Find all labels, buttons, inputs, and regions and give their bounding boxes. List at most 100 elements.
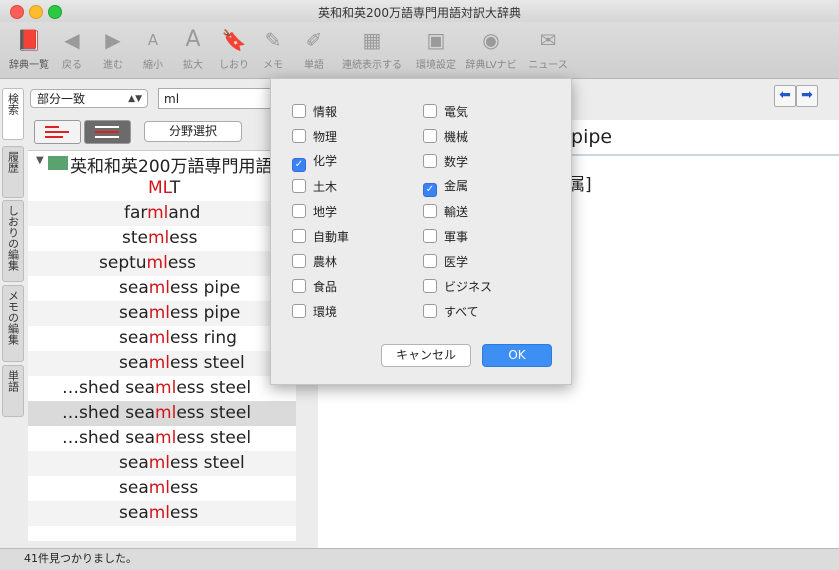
list-item[interactable]: seamless ring bbox=[28, 326, 296, 351]
checkbox-field-physics[interactable]: 物理 bbox=[292, 129, 337, 144]
field-select-dialog: 情報 物理 ✓ 化学 土木 地学 自動車 農林 食品 環境 電気 機械 数学 ✓ 金… bbox=[270, 78, 572, 385]
checkbox-field-transport[interactable]: 輸送 bbox=[423, 204, 468, 219]
search-input[interactable]: ml bbox=[158, 88, 278, 109]
detail-mode-button[interactable] bbox=[84, 120, 131, 144]
toolbar-news-button[interactable]: ✉ ニュース bbox=[526, 24, 570, 71]
checkbox-field-civil[interactable]: 土木 bbox=[292, 179, 337, 194]
cancel-button[interactable]: キャンセル bbox=[381, 344, 471, 367]
checkbox-icon bbox=[292, 229, 306, 243]
toolbar-settings-button[interactable]: ▣ 環境設定 bbox=[414, 24, 458, 71]
toolbar-forward-button[interactable]: ▶ 進む bbox=[95, 24, 131, 71]
toolbar-bookmark-button[interactable]: 🔖 しおり bbox=[215, 24, 253, 71]
toolbar: 📕 辞典一覧 ◀ 戻る ▶ 進む A 縮小 A 拡大 🔖 しおり ✎ メモ ✐ … bbox=[0, 22, 839, 79]
checkbox-field-military[interactable]: 軍事 bbox=[423, 229, 468, 244]
toolbar-back-button[interactable]: ◀ 戻る bbox=[54, 24, 90, 71]
list-item[interactable]: seamless pipe bbox=[28, 276, 296, 301]
list-item[interactable]: stemless bbox=[28, 226, 296, 251]
checkbox-field-environment[interactable]: 環境 bbox=[292, 304, 337, 319]
list-item[interactable]: seamless steel bbox=[28, 351, 296, 376]
tab-history[interactable]: 履歴 bbox=[2, 146, 24, 198]
checkbox-field-mechanical[interactable]: 機械 bbox=[423, 129, 468, 144]
list-item[interactable]: seamless bbox=[28, 476, 296, 501]
tab-bookmark-edit[interactable]: しおりの編集 bbox=[2, 200, 24, 282]
checkbox-field-math[interactable]: 数学 bbox=[423, 154, 468, 169]
toolbar-font-smaller-button[interactable]: A 縮小 bbox=[135, 24, 171, 71]
toolbar-memo-button[interactable]: ✎ メモ bbox=[257, 24, 289, 71]
word-icon: ✐ bbox=[305, 28, 323, 52]
bookmark-icon: 🔖 bbox=[221, 28, 247, 52]
checkmark-icon: ✓ bbox=[423, 183, 437, 197]
checkbox-icon bbox=[292, 104, 306, 118]
list-item[interactable]: seamless steel bbox=[28, 451, 296, 476]
checkbox-icon bbox=[423, 254, 437, 268]
side-tabs: 検索 履歴 しおりの編集 メモの編集 単語 bbox=[0, 80, 24, 548]
toolbar-continuous-display-button[interactable]: ▦ 連続表示する bbox=[340, 24, 404, 71]
font-smaller-icon: A bbox=[147, 31, 159, 49]
list-item[interactable]: farmland bbox=[28, 201, 296, 226]
checkbox-icon bbox=[423, 104, 437, 118]
checkbox-icon bbox=[423, 279, 437, 293]
list-lines-icon bbox=[45, 126, 69, 138]
status-bar: 41件見つかりました。 bbox=[0, 548, 839, 570]
checkbox-icon bbox=[292, 129, 306, 143]
ok-button[interactable]: OK bbox=[482, 344, 552, 367]
tab-word[interactable]: 単語 bbox=[2, 365, 24, 417]
list-item[interactable]: septumless bbox=[28, 251, 296, 276]
settings-icon: ▣ bbox=[426, 28, 446, 52]
checkbox-field-geology[interactable]: 地学 bbox=[292, 204, 337, 219]
back-arrow-icon: ◀ bbox=[64, 28, 80, 52]
list-item[interactable]: …shed seamless steel bbox=[28, 426, 296, 451]
disclosure-triangle-icon[interactable]: ▼ bbox=[36, 155, 44, 166]
tab-search[interactable]: 検索 bbox=[2, 88, 24, 140]
checkbox-field-all[interactable]: すべて bbox=[423, 304, 479, 319]
memo-icon: ✎ bbox=[264, 28, 282, 52]
search-pane: 部分一致 ▲▼ ml 分野選択 ▼ 英和和英200万語専門用語 MLT farm… bbox=[26, 80, 296, 548]
list-lines-icon bbox=[95, 126, 119, 138]
list-item[interactable]: seamless pipe bbox=[28, 301, 296, 326]
checkbox-icon bbox=[292, 179, 306, 193]
checkbox-icon bbox=[292, 254, 306, 268]
tab-memo-edit[interactable]: メモの編集 bbox=[2, 285, 24, 362]
list-mode-button[interactable] bbox=[34, 120, 81, 144]
dictionary-group-header[interactable]: ▼ 英和和英200万語専門用語 bbox=[28, 151, 296, 176]
mailbox-icon: ✉ bbox=[539, 28, 557, 52]
title-bar: 英和和英200万語専門用語対訳大辞典 bbox=[0, 0, 839, 23]
checkbox-field-chemistry[interactable]: ✓ 化学 bbox=[292, 154, 337, 172]
list-item-selected[interactable]: …shed seamless steel bbox=[28, 401, 296, 426]
checkbox-field-business[interactable]: ビジネス bbox=[423, 279, 492, 294]
list-item[interactable]: seamless bbox=[28, 501, 296, 526]
checkbox-icon bbox=[423, 204, 437, 218]
forward-arrow-icon: ▶ bbox=[105, 28, 121, 52]
left-arrow-icon: ⬅ bbox=[779, 87, 791, 103]
checkbox-field-agriculture[interactable]: 農林 bbox=[292, 254, 337, 269]
checkbox-field-info[interactable]: 情報 bbox=[292, 104, 337, 119]
continuous-display-icon: ▦ bbox=[362, 28, 382, 52]
window-title: 英和和英200万語専門用語対訳大辞典 bbox=[318, 6, 521, 20]
list-item[interactable]: …shed seamless steel bbox=[28, 376, 296, 401]
right-arrow-icon: ➡ bbox=[801, 87, 813, 103]
checkmark-icon: ✓ bbox=[292, 158, 306, 172]
lv-navi-icon: ◉ bbox=[482, 28, 500, 52]
toolbar-lv-navi-button[interactable]: ◉ 辞典LVナビ bbox=[462, 24, 520, 71]
checkbox-field-metal[interactable]: ✓ 金属 bbox=[423, 179, 468, 197]
field-select-button[interactable]: 分野選択 bbox=[144, 121, 242, 142]
checkbox-field-electric[interactable]: 電気 bbox=[423, 104, 468, 119]
next-entry-button[interactable]: ➡ bbox=[796, 85, 818, 107]
prev-entry-button[interactable]: ⬅ bbox=[774, 85, 796, 107]
checkbox-icon bbox=[292, 304, 306, 318]
dictionary-logo bbox=[48, 156, 68, 170]
toolbar-word-button[interactable]: ✐ 単語 bbox=[297, 24, 331, 71]
checkbox-icon bbox=[423, 154, 437, 168]
book-icon: 📕 bbox=[16, 28, 42, 52]
font-larger-icon: A bbox=[185, 27, 201, 52]
toolbar-font-larger-button[interactable]: A 拡大 bbox=[175, 24, 211, 71]
result-list: ▼ 英和和英200万語専門用語 MLT farmland stemless se… bbox=[28, 150, 296, 541]
checkbox-field-automobile[interactable]: 自動車 bbox=[292, 229, 349, 244]
checkbox-field-food[interactable]: 食品 bbox=[292, 279, 337, 294]
chevron-updown-icon: ▲▼ bbox=[128, 94, 142, 104]
list-item[interactable]: MLT bbox=[28, 176, 296, 201]
toolbar-dictionary-list-button[interactable]: 📕 辞典一覧 bbox=[6, 24, 52, 71]
checkbox-icon bbox=[423, 129, 437, 143]
search-mode-select[interactable]: 部分一致 ▲▼ bbox=[30, 89, 148, 108]
checkbox-field-medical[interactable]: 医学 bbox=[423, 254, 468, 269]
